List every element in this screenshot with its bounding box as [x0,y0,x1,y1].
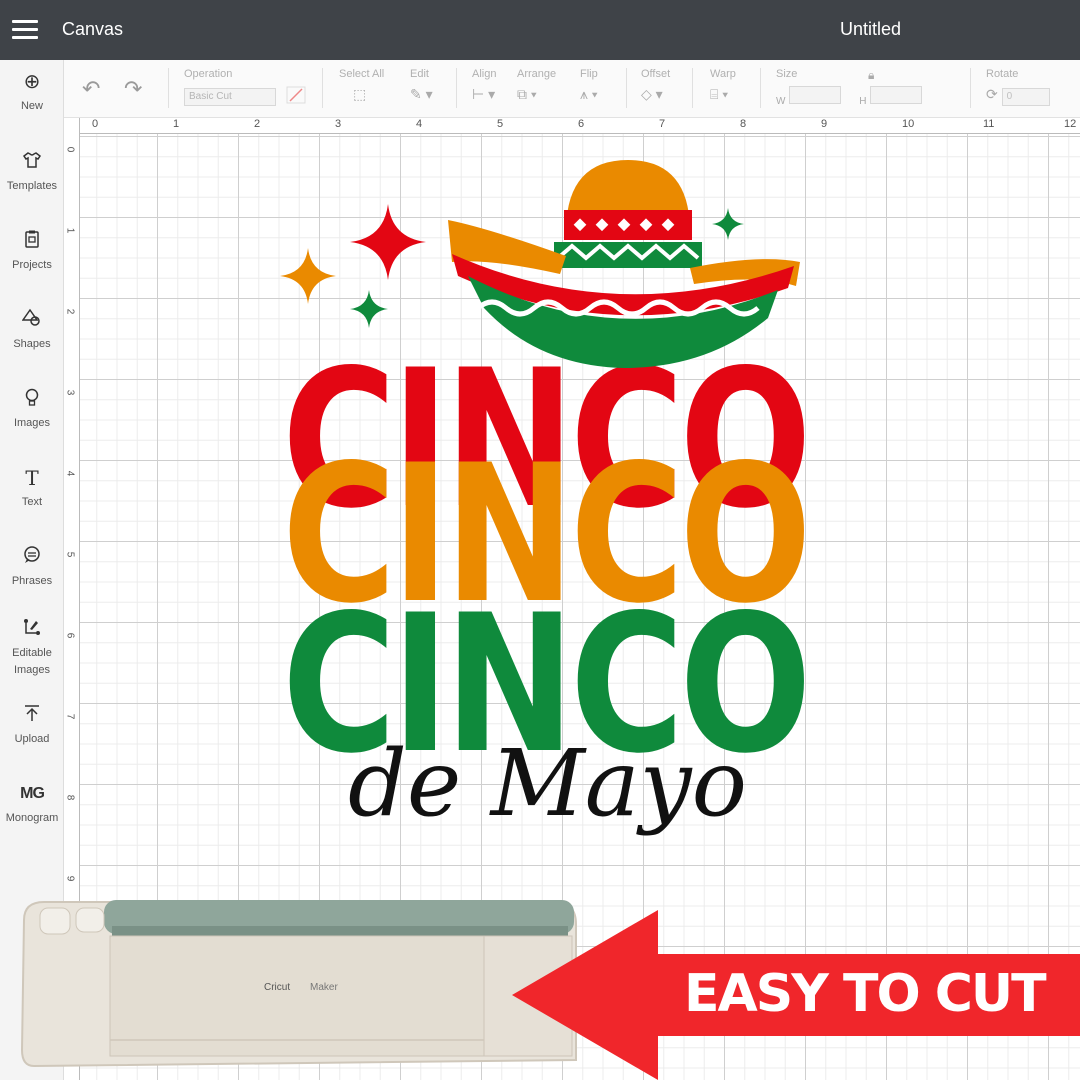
operation-group: Operation Basic Cut [184,68,306,106]
editable-image-icon [0,617,64,643]
machine-brand-label: Cricut [264,982,290,993]
arrange-button[interactable]: Arrange ⧉ ▾ [517,68,556,103]
menu-icon[interactable] [12,20,38,40]
sidebar-item-monogram[interactable]: MG Monogram [0,782,64,826]
upload-icon [0,703,64,729]
width-input[interactable] [789,86,842,104]
de-mayo-script: de Mayo [348,730,747,837]
ruler-horizontal: 0 1 2 3 4 5 6 7 8 9 10 11 12 [64,118,1080,134]
sidebar-item-new[interactable]: ⊕ New [0,70,64,114]
operation-select[interactable]: Basic Cut [184,88,276,106]
sidebar-item-shapes[interactable]: Shapes [0,308,64,352]
app-title: Canvas [62,19,124,39]
plus-circle-icon: ⊕ [23,71,41,93]
align-icon: ⊢ ▾ [472,86,496,102]
warp-button[interactable]: Warp ⌸ ▾ [710,68,736,103]
sparkle-icon [350,204,426,280]
sidebar-item-upload[interactable]: Upload [0,703,64,747]
lightbulb-icon [0,387,64,413]
edit-toolbar: ↶ ↷ Operation Basic Cut Select All ⬚ Edi… [64,60,1080,118]
offset-icon: ◇ ▾ [641,86,663,102]
sparkle-icon [350,290,388,328]
rotate-group: Rotate ⟳ 0 [986,68,1050,106]
sidebar-item-projects[interactable]: Projects [0,229,64,273]
undo-icon[interactable]: ↶ [82,76,100,102]
size-group: Size W H [776,68,923,107]
redo-icon[interactable]: ↷ [124,76,142,102]
monogram-icon: MG [20,785,45,802]
toolbar-divider [692,68,693,108]
toolbar-divider [970,68,971,108]
cricut-machine-image: Cricut Maker [20,900,577,1068]
align-button[interactable]: Align ⊢ ▾ [472,68,496,103]
sparkle-icon [280,248,336,304]
pen-color-icon[interactable] [286,86,306,104]
rotate-icon: ⟳ [986,86,998,102]
sidebar-item-phrases[interactable]: Phrases [0,545,64,589]
sidebar-item-images[interactable]: Images [0,387,64,431]
toolbar-divider [168,68,169,108]
toolbar-divider [456,68,457,108]
toolbar-divider [322,68,323,108]
sidebar-item-text[interactable]: T Text [0,466,64,510]
lock-icon[interactable]: 🔒︎ [868,68,874,83]
clipboard-icon [0,229,64,255]
text-icon: T [25,466,39,490]
toolbar-divider [760,68,761,108]
sidebar-item-editable-images[interactable]: Editable Images [0,617,64,679]
speech-bubble-icon [0,545,64,571]
shirt-icon [0,150,64,176]
rotate-input[interactable]: 0 [1001,88,1050,106]
sombrero-icon [448,160,800,368]
arrange-icon: ⧉ ▾ [517,86,537,102]
toolbar-divider [626,68,627,108]
sidebar-item-templates[interactable]: Templates [0,150,64,194]
flip-icon: ⩚ ▾ [580,86,598,102]
easy-to-cut-label: EASY TO CUT [684,964,1047,1024]
offset-button[interactable]: Offset ◇ ▾ [641,68,670,103]
machine-model-label: Maker [310,982,338,993]
top-bar: Canvas Untitled [0,0,1080,60]
shapes-icon [0,308,64,334]
warp-icon: ⌸ ▾ [710,86,729,102]
document-title[interactable]: Untitled [840,19,901,40]
height-input[interactable] [870,86,923,104]
edit-button[interactable]: Edit ✎ ▾ [410,68,433,103]
select-all-icon: ⬚ [353,86,367,102]
select-all-button[interactable]: Select All ⬚ [339,68,384,103]
flip-button[interactable]: Flip ⩚ ▾ [580,68,598,103]
pencil-icon: ✎ ▾ [410,86,433,102]
